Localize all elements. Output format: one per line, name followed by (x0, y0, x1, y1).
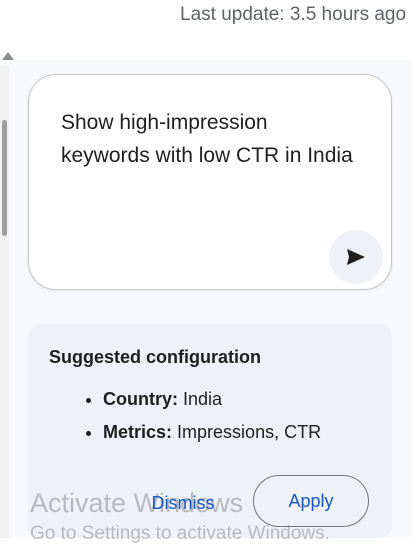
prompt-input-card[interactable]: Show high-impression keywords with low C… (28, 74, 392, 290)
config-value: Impressions, CTR (177, 422, 322, 442)
apply-button[interactable]: Apply (253, 475, 369, 527)
config-value: India (183, 389, 223, 409)
scrollbar-thumb[interactable] (2, 120, 7, 236)
suggestion-list: Country: India Metrics: Impressions, CTR (83, 388, 321, 454)
send-button[interactable] (329, 230, 383, 284)
send-icon (347, 249, 365, 265)
list-item: Metrics: Impressions, CTR (103, 421, 321, 443)
top-strip: Last update: 3.5 hours ago (0, 0, 412, 60)
scroll-up-arrow-icon[interactable] (2, 52, 14, 60)
suggestion-title: Suggested configuration (49, 347, 262, 367)
last-update-text: Last update: 3.5 hours ago (180, 4, 407, 25)
prompt-input-text[interactable]: Show high-impression keywords with low C… (61, 106, 361, 172)
apply-button-label: Apply (288, 490, 334, 511)
list-item: Country: India (103, 388, 321, 410)
config-key: Metrics: (103, 422, 173, 442)
config-key: Country: (103, 389, 178, 409)
dismiss-button[interactable]: Dismiss (138, 489, 228, 517)
